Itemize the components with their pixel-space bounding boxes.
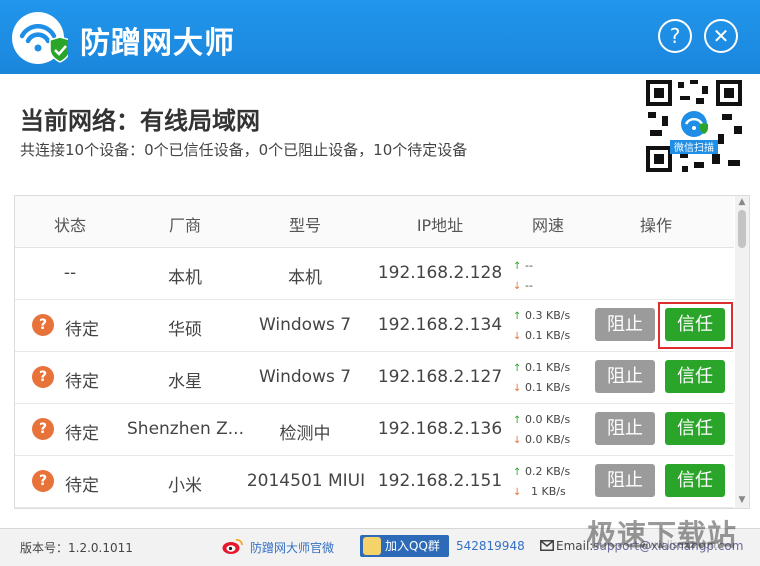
- download-arrow-icon: ↓: [513, 435, 522, 446]
- table-row: -- 本机 本机 192.168.2.128 ↑ -- ↓ --: [15, 248, 734, 300]
- trust-button[interactable]: 信任: [665, 360, 725, 393]
- vertical-scrollbar[interactable]: ▲ ▼: [735, 196, 749, 508]
- trust-button[interactable]: 信任: [665, 412, 725, 445]
- network-title: 当前网络：有线局域网: [20, 107, 260, 135]
- model-cell: Windows 7: [258, 367, 352, 387]
- model-cell: 本机: [288, 268, 322, 288]
- qr-caption: 微信扫描: [674, 141, 714, 154]
- upload-arrow-icon: ↑: [513, 363, 522, 374]
- vendor-cell: 华硕: [168, 320, 202, 340]
- wifi-shield-logo-icon: [12, 12, 68, 64]
- status-text: 待定: [65, 372, 99, 392]
- table-row: ? 待定 Shenzhen Z... 检测中 192.168.2.136 ↑ 0.…: [15, 404, 734, 456]
- vendor-cell: 本机: [168, 268, 202, 288]
- status-text: --: [63, 263, 77, 283]
- download-arrow-icon: ↓: [513, 487, 522, 498]
- download-speed: ↓ 1 KB/s: [513, 485, 566, 498]
- block-button[interactable]: 阻止: [595, 360, 655, 393]
- scroll-down-icon[interactable]: ▼: [735, 494, 749, 506]
- col-speed: 网速: [531, 216, 564, 235]
- ip-cell: 192.168.2.136: [377, 419, 503, 439]
- ip-cell: 192.168.2.127: [377, 367, 503, 387]
- table-row: ? 待定 水星 Windows 7 192.168.2.127 ↑ 0.1 KB/…: [15, 352, 734, 404]
- download-speed: ↓ --: [513, 279, 533, 292]
- table-header: 状态 厂商 型号 IP地址 网速 操作: [15, 196, 734, 248]
- status-text: 待定: [65, 476, 99, 496]
- download-arrow-icon: ↓: [513, 281, 522, 292]
- qr-code-icon: 微信扫描: [642, 76, 746, 176]
- vendor-cell: 小米: [168, 476, 202, 496]
- email-icon: [540, 540, 554, 551]
- join-qq-label: 加入QQ群: [385, 539, 440, 553]
- qq-group-number: 542819948: [456, 539, 525, 553]
- block-button[interactable]: 阻止: [595, 464, 655, 497]
- upload-arrow-icon: ↑: [513, 415, 522, 426]
- ip-cell: 192.168.2.128: [377, 263, 503, 283]
- col-status: 状态: [53, 216, 86, 235]
- app-title: 防蹭网大师: [80, 26, 235, 61]
- download-speed: ↓ 0.1 KB/s: [513, 381, 571, 394]
- col-action: 操作: [639, 216, 672, 235]
- upload-arrow-icon: ↑: [513, 311, 522, 322]
- model-cell: 检测中: [279, 424, 331, 444]
- upload-speed: ↑ --: [513, 259, 533, 272]
- col-model: 型号: [288, 216, 321, 235]
- download-arrow-icon: ↓: [513, 383, 522, 394]
- col-vendor: 厂商: [168, 216, 201, 235]
- vendor-cell: Shenzhen Z...: [127, 419, 244, 439]
- vendor-cell: 水星: [168, 372, 202, 392]
- model-cell: 2014501 MIUI: [246, 471, 366, 491]
- question-icon: ?: [32, 366, 54, 388]
- upload-speed: ↑ 0.2 KB/s: [513, 465, 571, 478]
- upload-arrow-icon: ↑: [513, 467, 522, 478]
- block-button[interactable]: 阻止: [595, 308, 655, 341]
- upload-speed: ↑ 0.1 KB/s: [513, 361, 571, 374]
- title-bar: 防蹭网大师 ? ✕: [0, 0, 760, 74]
- question-icon: ?: [32, 418, 54, 440]
- table-row: ? 待定 小米 2014501 MIUI 192.168.2.151 ↑ 0.2 …: [15, 456, 734, 508]
- upload-arrow-icon: ↑: [513, 261, 522, 272]
- ip-cell: 192.168.2.151: [377, 471, 503, 491]
- status-text: 待定: [65, 320, 99, 340]
- device-table: 状态 厂商 型号 IP地址 网速 操作 -- 本机 本机 192.168.2.1…: [14, 195, 750, 509]
- block-button[interactable]: 阻止: [595, 412, 655, 445]
- upload-speed: ↑ 0.3 KB/s: [513, 309, 571, 322]
- weibo-link[interactable]: 防蹭网大师官微: [250, 539, 334, 556]
- weibo-icon: [222, 539, 243, 554]
- download-arrow-icon: ↓: [513, 331, 522, 342]
- scroll-up-icon[interactable]: ▲: [735, 196, 749, 208]
- status-text: 待定: [65, 424, 99, 444]
- close-icon[interactable]: ✕: [704, 19, 738, 53]
- question-icon: ?: [32, 470, 54, 492]
- help-icon[interactable]: ?: [658, 19, 692, 53]
- join-qq-group-button[interactable]: 加入QQ群: [360, 535, 449, 557]
- watermark-url: www.jisuxz.com: [640, 540, 720, 551]
- question-icon: ?: [32, 314, 54, 336]
- ip-cell: 192.168.2.134: [377, 315, 503, 335]
- trust-button[interactable]: 信任: [665, 464, 725, 497]
- download-speed: ↓ 0.0 KB/s: [513, 433, 571, 446]
- upload-speed: ↑ 0.0 KB/s: [513, 413, 571, 426]
- col-ip: IP地址: [416, 216, 464, 235]
- download-speed: ↓ 0.1 KB/s: [513, 329, 571, 342]
- network-summary: 共连接10个设备：0个已信任设备，0个已阻止设备，10个待定设备: [20, 141, 468, 159]
- highlight-box: [658, 302, 733, 349]
- table-row: ? 待定 华硕 Windows 7 192.168.2.134 ↑ 0.3 KB/…: [15, 300, 734, 352]
- qq-group-icon: [363, 537, 381, 555]
- version-label: 版本号：1.2.0.1011: [20, 541, 133, 555]
- model-cell: Windows 7: [258, 315, 352, 335]
- scroll-thumb[interactable]: [738, 210, 746, 248]
